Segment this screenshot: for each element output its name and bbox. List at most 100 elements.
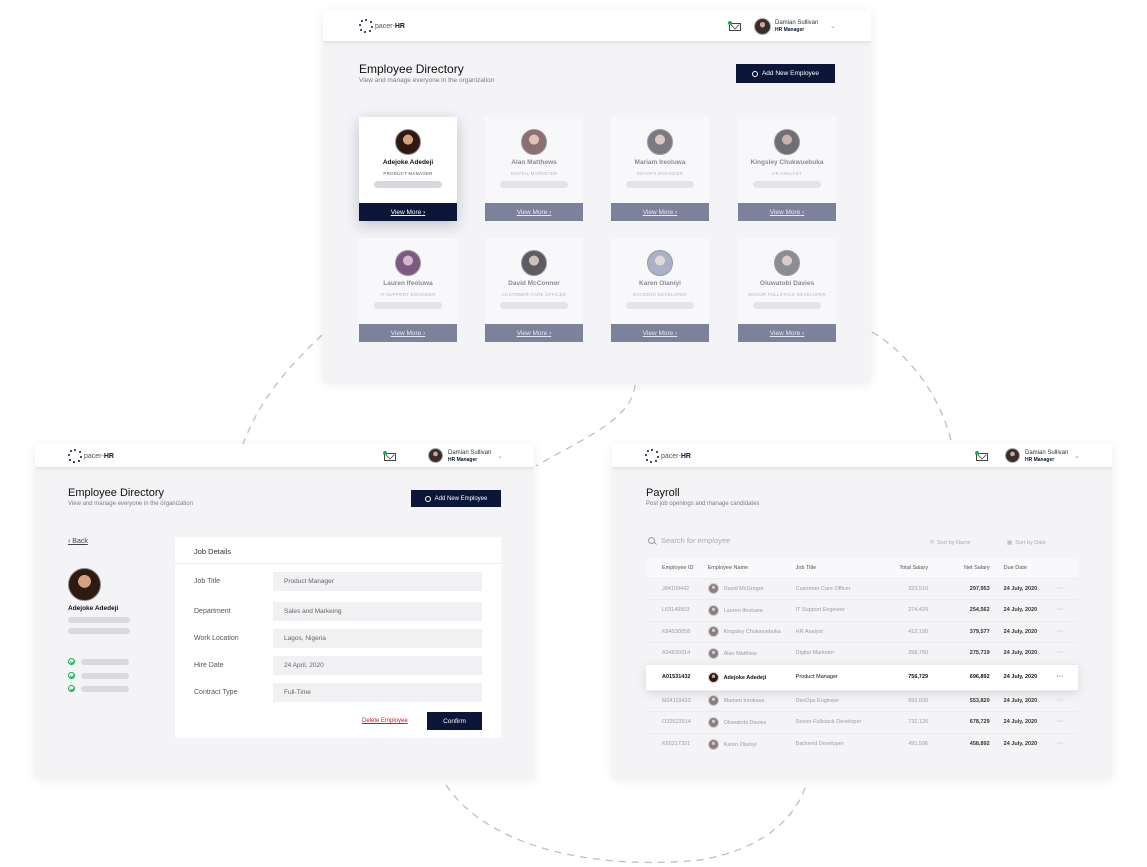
employee-id: A01531432 [646, 663, 708, 690]
department-field[interactable]: Sales and Markeing [273, 602, 482, 621]
avatar [707, 647, 719, 659]
due-date-cell: 24 July, 2020 [1003, 620, 1057, 643]
employee-name-cell: Mariam Ireoluwa [707, 689, 796, 712]
placeholder-bar [753, 302, 821, 309]
col-job-title[interactable]: Job Title [795, 559, 890, 578]
more-options-icon[interactable]: ··· [1056, 577, 1078, 600]
total-salary-cell: 592,600 [889, 689, 943, 712]
search-input[interactable]: Search for employee [648, 536, 730, 545]
placeholder-bar [626, 181, 694, 188]
employee-name: Alan Matthews [511, 159, 557, 166]
employee-card[interactable]: Lauren Ifeoluwa IT SUPPORT ENGINEER View… [359, 238, 457, 342]
view-more-link[interactable]: View More › [359, 324, 457, 342]
view-more-link[interactable]: View More › [485, 324, 583, 342]
logo[interactable]: pacer-HR [645, 449, 691, 463]
table-row[interactable]: O32623914 Oluwatobi Davies Senior Fullst… [646, 711, 1078, 733]
delete-employee-link[interactable]: Delete Employee [362, 718, 408, 724]
page-subtitle: View and manage everyone in the organiza… [359, 77, 495, 84]
table-row-selected[interactable]: A01531432 Adejoke Adedeji Product Manage… [646, 663, 1078, 690]
mail-icon[interactable] [975, 451, 988, 461]
work-location-field[interactable]: Lagos, Nigeria [273, 629, 482, 648]
employee-card[interactable]: Alan Matthews DIGITAL MARKETER View More… [485, 117, 583, 221]
employee-card[interactable]: Adejoke Adedeji PRODUCT MANAGER View Mor… [359, 117, 457, 221]
job-title-cell: Product Manager [795, 663, 890, 690]
add-new-employee-button[interactable]: Add New Employee [736, 64, 835, 83]
placeholder-bar [81, 659, 129, 665]
view-more-link[interactable]: View More › [485, 203, 583, 221]
table-row[interactable]: A34630314 Alan Matthew Digital Marketer … [646, 642, 1078, 664]
job-title-cell: Backend Developer [795, 732, 890, 755]
page-subtitle: View and manage everyone in the organiza… [68, 501, 193, 507]
more-options-icon[interactable]: ··· [1056, 663, 1078, 690]
employee-id: J84109442 [646, 577, 708, 600]
job-title-cell: Digital Marketer [795, 642, 890, 664]
logo[interactable]: pacer-HR [68, 449, 114, 463]
panel-title: Job Details [194, 547, 232, 556]
col-total-salary[interactable]: Total Salary [889, 559, 943, 578]
view-more-link[interactable]: View More › [359, 203, 457, 221]
employee-id: K84530058 [646, 620, 708, 643]
connector-details-to-payroll [445, 784, 807, 864]
connector-directory-to-details [242, 334, 323, 445]
chevron-down-icon[interactable]: ⌄ [1074, 452, 1080, 460]
user-avatar[interactable] [754, 18, 771, 35]
job-title-field[interactable]: Product Manager [273, 572, 482, 591]
table-row[interactable]: K84530058 Kingsley Chukwuebuka HR Analys… [646, 620, 1078, 643]
sort-by-date-button[interactable]: ▦ Sort by Date [1007, 540, 1046, 546]
sort-by-name-button[interactable]: ⚲ Sort by Name [930, 540, 971, 546]
more-options-icon[interactable]: ··· [1056, 732, 1078, 755]
logo-mark-icon [359, 19, 373, 33]
table-row[interactable]: K65217321 Karen Olaniyi Backend Develope… [646, 732, 1078, 755]
employee-name-cell: Karen Olaniyi [707, 732, 796, 755]
more-options-icon[interactable]: ··· [1056, 620, 1078, 643]
total-salary-cell: 298,750 [889, 642, 943, 664]
employee-name-cell: Lauren Ifeoluwa [707, 599, 796, 621]
user-avatar[interactable] [1005, 448, 1020, 463]
table-row[interactable]: L63149503 Lauren Ifeoluwa IT Support Eng… [646, 599, 1078, 621]
employee-card[interactable]: Kingsley Chukwuebuka HR ANALYST View Mor… [738, 117, 836, 221]
employee-id: O32623914 [646, 711, 708, 733]
user-info[interactable]: Damian Sullivan HR Manager [775, 20, 818, 34]
back-link[interactable]: ‹ Back [68, 538, 88, 545]
view-more-link[interactable]: View More › [738, 324, 836, 342]
chevron-down-icon[interactable]: ⌄ [830, 22, 836, 30]
chevron-down-icon[interactable]: ⌄ [497, 452, 503, 460]
mail-icon[interactable] [728, 21, 741, 31]
user-info[interactable]: Damian Sullivan HR Manager [1025, 450, 1068, 464]
user-avatar[interactable] [428, 448, 443, 463]
col-due-date[interactable]: Due Date [1003, 559, 1057, 578]
more-options-icon[interactable]: ··· [1056, 689, 1078, 712]
employee-photo [395, 250, 421, 276]
col-employee-id[interactable]: Employee ID [646, 559, 708, 578]
contract-type-field[interactable]: Full-Time [273, 683, 482, 702]
employee-card[interactable]: David McConnor CUSTOMER CARE OFFICER Vie… [485, 238, 583, 342]
employee-card[interactable]: Karen Olaniyi BACKEND DEVELOPER View Mor… [611, 238, 709, 342]
employee-card[interactable]: Mariam Ireoluwa DEVOPS ENGINEER View Mor… [611, 117, 709, 221]
table-row[interactable]: J84109442 David McGregor Customer Care O… [646, 577, 1078, 600]
view-more-link[interactable]: View More › [611, 203, 709, 221]
placeholder-bar [500, 302, 568, 309]
field-label-contract-type: Contract Type [194, 689, 238, 696]
view-more-link[interactable]: View More › [738, 203, 836, 221]
user-info[interactable]: Damian Sullivan HR Manager [448, 450, 491, 464]
view-more-link[interactable]: View More › [611, 324, 709, 342]
employee-name: David McConnor [508, 280, 560, 287]
col-employee-name[interactable]: Employee Name [707, 559, 796, 578]
total-salary-cell: 412,190 [889, 620, 943, 643]
more-options-icon[interactable]: ··· [1056, 711, 1078, 733]
hire-date-field[interactable]: 24 April, 2020 [273, 656, 482, 675]
employee-name: Lauren Ifeoluwa [383, 280, 433, 287]
more-options-icon[interactable]: ··· [1056, 642, 1078, 664]
more-options-icon[interactable]: ··· [1056, 599, 1078, 621]
table-row[interactable]: M24119433 Mariam Ireoluwa DevOps Enginee… [646, 689, 1078, 712]
top-bar: pacer-HR Damian Sullivan HR Manager ⌄ [612, 444, 1112, 468]
employee-name-cell: Kingsley Chukwuebuka [707, 620, 796, 643]
placeholder-bar [374, 181, 442, 188]
add-new-employee-button[interactable]: Add New Employee [411, 490, 501, 507]
employee-card[interactable]: Oluwatobi Davies SENIOR FULLSTACK DEVELO… [738, 238, 836, 342]
mail-icon[interactable] [383, 451, 396, 461]
logo[interactable]: pacer-HR [359, 19, 405, 33]
avatar [707, 716, 719, 728]
confirm-button[interactable]: Confirm [427, 712, 482, 730]
col-net-salary[interactable]: Net Salary [942, 559, 1004, 578]
